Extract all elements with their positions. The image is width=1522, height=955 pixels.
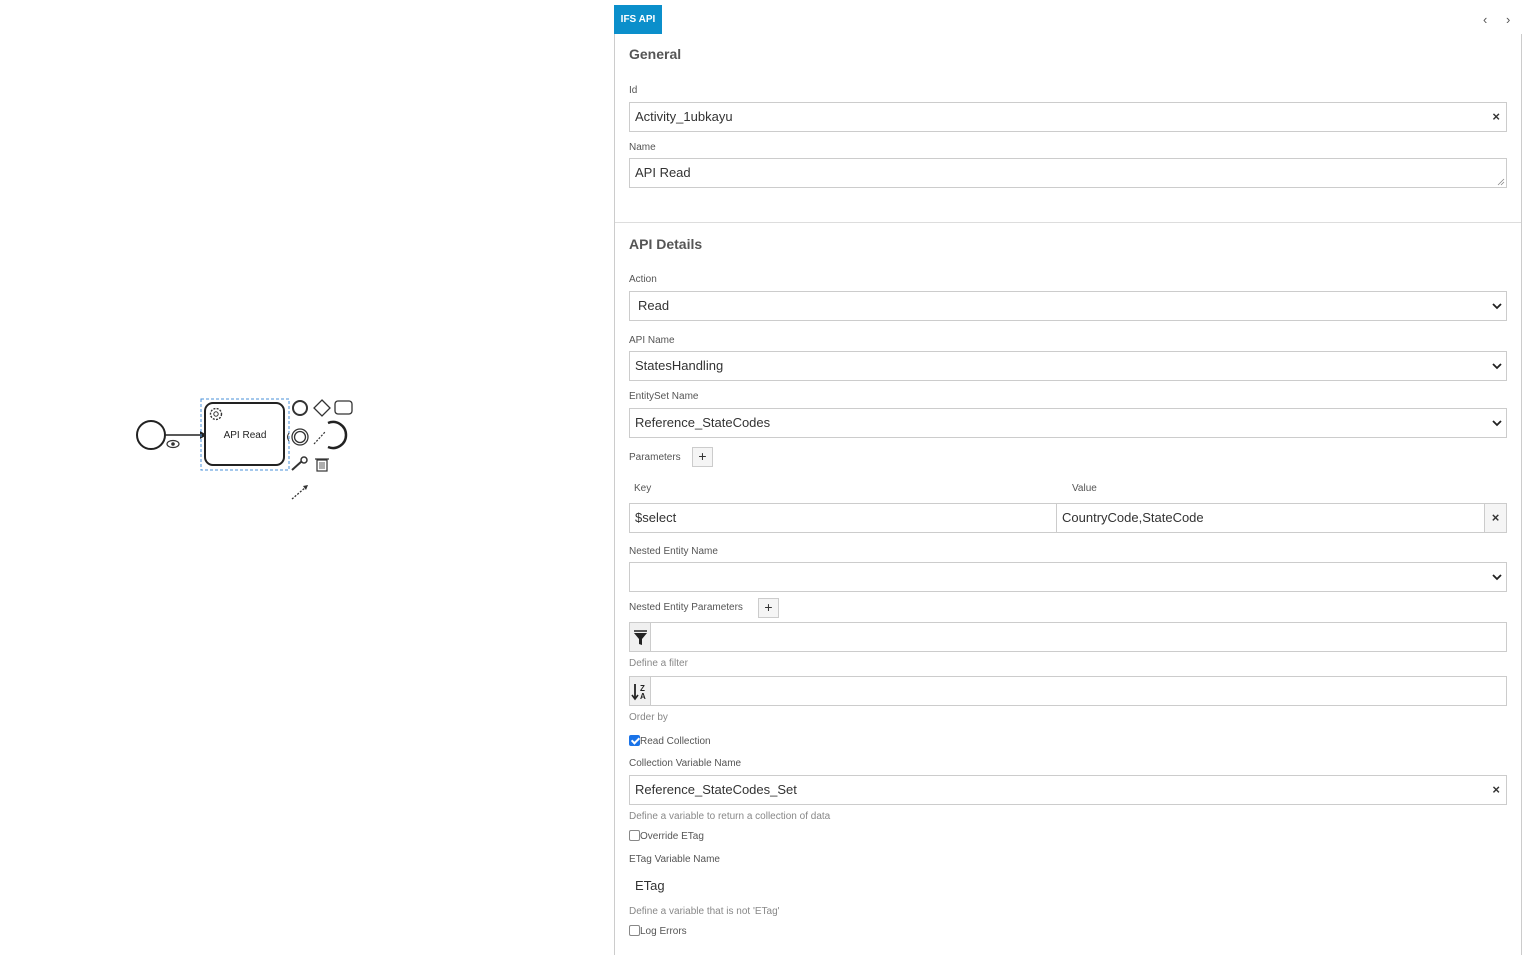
trash-icon[interactable] (315, 458, 329, 472)
chevron-down-icon (1492, 574, 1502, 581)
action-value: Read (638, 298, 670, 313)
bpmn-canvas[interactable]: API Read (0, 0, 614, 955)
clear-id-icon[interactable]: × (1492, 103, 1500, 131)
name-textarea[interactable]: API Read (629, 158, 1507, 188)
override-etag-check[interactable] (629, 830, 640, 841)
chevron-down-icon (1492, 303, 1502, 310)
tab-prev-icon[interactable]: ‹ (1483, 12, 1487, 27)
general-group: General Id Activity_1ubkayu × Name API R… (629, 34, 1507, 222)
id-value: Activity_1ubkayu (635, 109, 733, 124)
value-header: Value (1072, 483, 1097, 494)
sort-za-icon: Z A (630, 677, 651, 705)
clear-collection-var-icon[interactable]: × (1492, 776, 1500, 804)
read-collection-label: Read Collection (640, 736, 711, 747)
chevron-down-icon (1492, 363, 1502, 370)
log-errors-label: Log Errors (640, 926, 687, 937)
param-value-input[interactable]: CountryCode,StateCode (1056, 503, 1485, 533)
tab-ifs-api[interactable]: IFS API (614, 5, 662, 34)
action-select[interactable]: Read (629, 291, 1507, 321)
task-label: API Read (224, 430, 267, 441)
append-end-event-icon[interactable] (292, 400, 308, 416)
entityset-value: Reference_StateCodes (635, 415, 771, 430)
append-gateway-icon[interactable] (313, 399, 331, 417)
api-name-value: StatesHandling (635, 358, 724, 373)
nested-params-label: Nested Entity Parameters (629, 602, 743, 613)
nested-entity-label: Nested Entity Name (629, 546, 718, 557)
append-intermediate-event-icon[interactable] (291, 428, 309, 446)
start-event[interactable] (136, 420, 166, 450)
panel-body: General Id Activity_1ubkayu × Name API R… (614, 34, 1522, 955)
entityset-label: EntitySet Name (629, 391, 699, 402)
param-value-value: CountryCode,StateCode (1062, 510, 1204, 525)
collection-var-label: Collection Variable Name (629, 758, 742, 769)
collection-var-field[interactable]: Reference_StateCodes_Set × (629, 775, 1507, 805)
key-header: Key (634, 483, 652, 494)
param-key-value: $select (635, 510, 677, 525)
svg-text:A: A (640, 692, 646, 701)
api-name-label: API Name (629, 335, 675, 346)
connect-tool-icon[interactable] (291, 485, 308, 500)
etag-var-field[interactable]: ETag (629, 871, 1507, 901)
etag-var-label: ETag Variable Name (629, 854, 720, 865)
collection-var-hint: Define a variable to return a collection… (629, 811, 831, 822)
log-errors-check[interactable] (629, 925, 640, 936)
tab-next-icon[interactable]: › (1506, 12, 1510, 27)
read-collection-check[interactable] (629, 735, 640, 746)
order-by-hint: Order by (629, 712, 668, 723)
eye-icon[interactable] (166, 439, 180, 449)
log-errors-checkbox[interactable]: Log Errors (629, 925, 687, 938)
diagram-svg: API Read (136, 398, 353, 500)
properties-panel: IFS API ‹ › General Id Activity_1ubkayu … (614, 0, 1522, 955)
add-nested-parameter-button[interactable]: + (758, 598, 779, 618)
order-by-input[interactable]: Z A (629, 676, 1507, 706)
add-parameter-button[interactable]: + (692, 447, 713, 467)
name-value: API Read (635, 165, 691, 180)
api-name-select[interactable]: StatesHandling (629, 351, 1507, 381)
nested-entity-select[interactable] (629, 562, 1507, 592)
general-title: General (629, 46, 682, 62)
param-key-input[interactable]: $select (629, 503, 1057, 533)
remove-parameter-button[interactable]: × (1484, 503, 1507, 533)
api-details-title: API Details (629, 236, 703, 252)
read-collection-checkbox[interactable]: Read Collection (629, 735, 711, 748)
collection-var-value: Reference_StateCodes_Set (635, 782, 797, 797)
end-event-preview (327, 420, 348, 450)
parameters-label: Parameters (629, 452, 681, 463)
filter-icon (630, 623, 651, 651)
filter-input[interactable] (629, 622, 1507, 652)
etag-var-value: ETag (635, 878, 665, 893)
name-label: Name (629, 142, 656, 153)
entityset-select[interactable]: Reference_StateCodes (629, 408, 1507, 438)
action-label: Action (629, 274, 657, 285)
chevron-down-icon (1492, 420, 1502, 427)
id-label: Id (629, 85, 638, 96)
override-etag-checkbox[interactable]: Override ETag (629, 830, 704, 843)
connect-icon[interactable] (313, 431, 326, 445)
wrench-icon[interactable] (291, 456, 308, 471)
id-field[interactable]: Activity_1ubkayu × (629, 102, 1507, 132)
append-task-icon[interactable] (334, 400, 353, 415)
etag-var-hint: Define a variable that is not 'ETag' (629, 906, 780, 917)
api-details-group: API Details Action Read API Name StatesH… (629, 223, 1507, 955)
override-etag-label: Override ETag (640, 831, 704, 842)
filter-hint: Define a filter (629, 658, 688, 669)
resize-handle-icon[interactable] (1497, 178, 1505, 186)
